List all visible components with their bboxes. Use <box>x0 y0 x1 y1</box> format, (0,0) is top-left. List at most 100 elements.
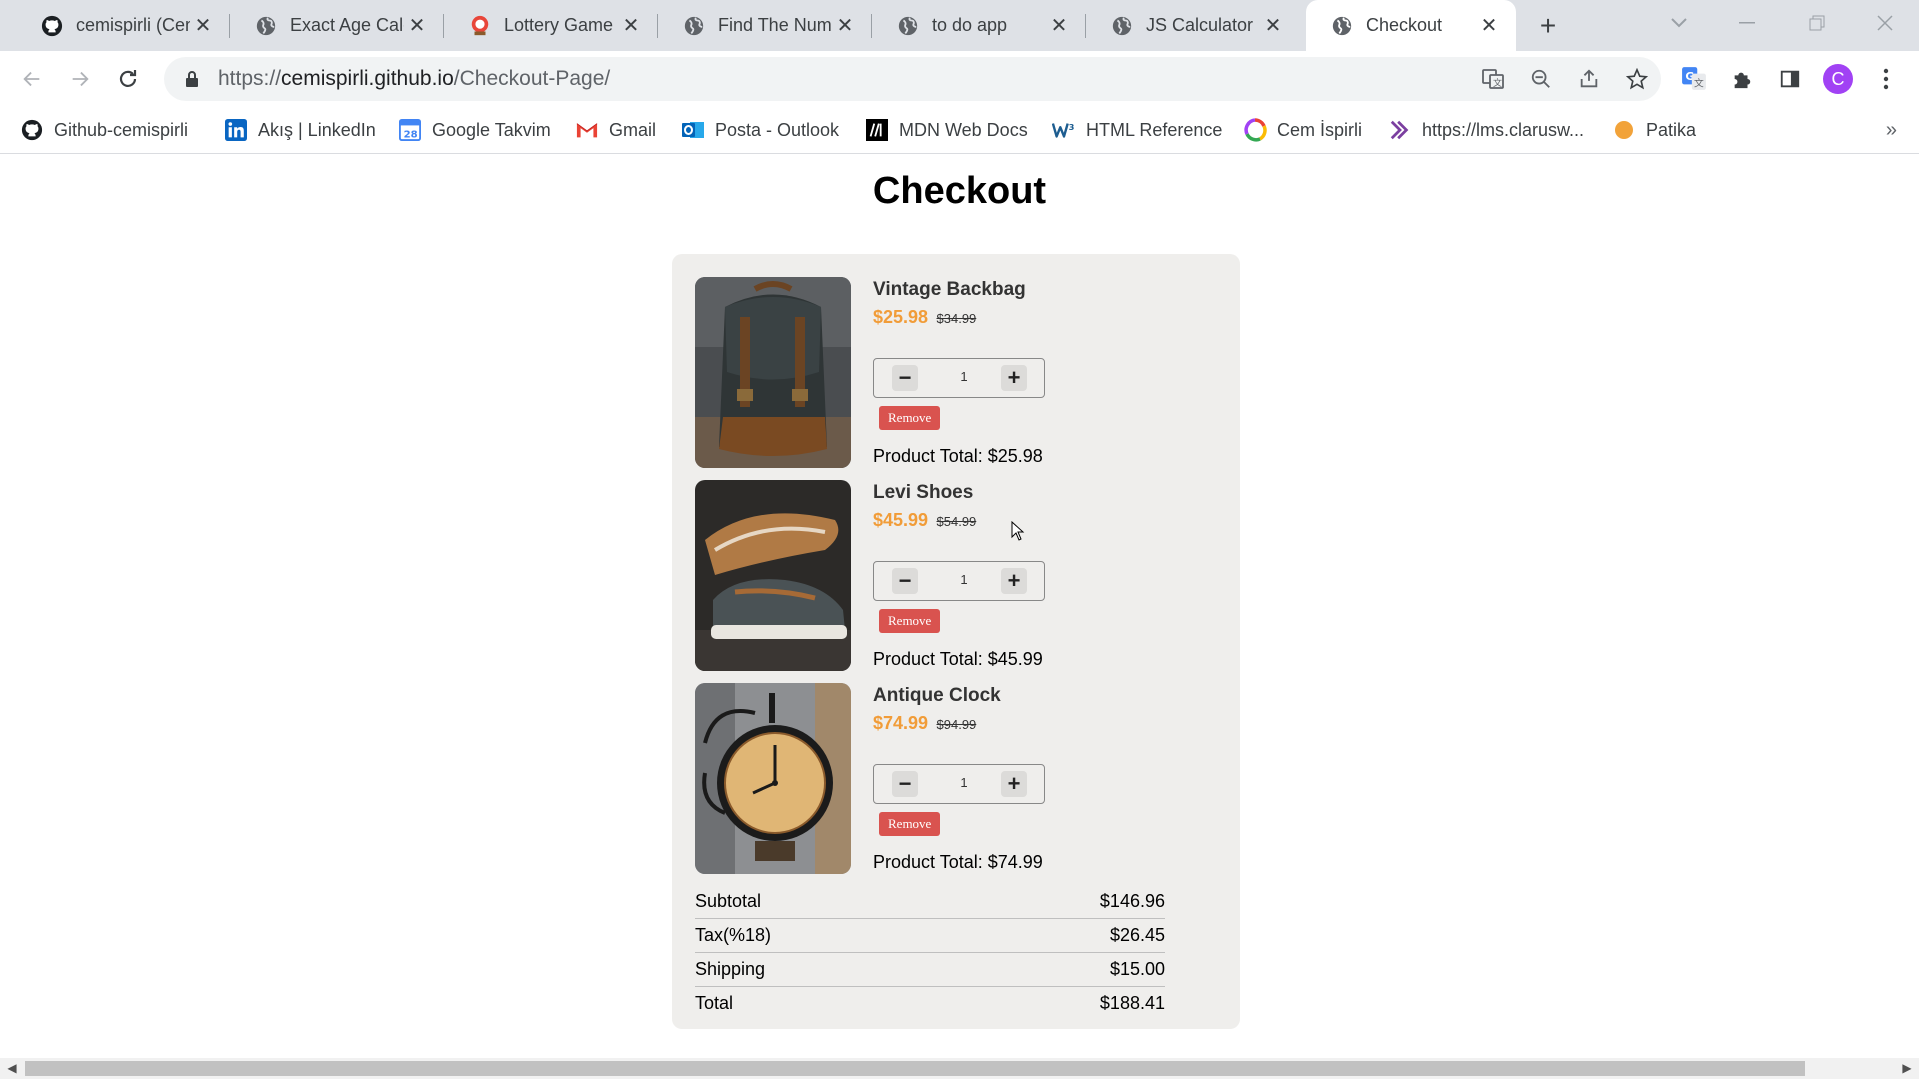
tab-title: Find The Numb <box>718 15 832 35</box>
restore-icon[interactable] <box>1782 0 1852 46</box>
tab-js-calculator[interactable]: JS Calculator ✕ <box>1086 0 1300 51</box>
arrow-right-icon <box>72 71 89 87</box>
current-price: $74.99 <box>873 713 929 733</box>
zoom-out-icon[interactable] <box>1517 68 1565 90</box>
url-text[interactable]: https://cemispirli.github.io/Checkout-Pa… <box>218 67 610 91</box>
globe-icon <box>1110 14 1134 38</box>
quantity-value[interactable]: 1 <box>934 775 994 790</box>
product-name: Antique Clock <box>873 685 1001 706</box>
profile-avatar[interactable]: C <box>1820 61 1856 97</box>
gmail-icon <box>575 118 599 142</box>
bookmark-clarusway[interactable]: https://lms.clarusw... <box>1388 107 1584 153</box>
star-icon[interactable] <box>1613 68 1661 90</box>
product-total: Product Total: $25.98 <box>873 446 1043 466</box>
old-price: $54.99 <box>936 514 977 529</box>
bookmark-github[interactable]: Github-cemispirli <box>20 107 188 153</box>
decrease-quantity-button[interactable]: − <box>892 365 918 391</box>
lock-icon[interactable] <box>180 70 204 88</box>
close-icon[interactable]: ✕ <box>832 13 858 39</box>
increase-quantity-button[interactable]: + <box>1001 365 1027 391</box>
close-icon[interactable]: ✕ <box>1476 13 1502 39</box>
tab-to-do-app[interactable]: to do app ✕ <box>872 0 1086 51</box>
scrollbar-thumb[interactable] <box>25 1061 1805 1076</box>
bookmark-label: Patika <box>1646 119 1697 140</box>
bookmark-google-calendar[interactable]: 28 Google Takvim <box>398 107 551 153</box>
side-panel-icon[interactable] <box>1772 61 1808 97</box>
tab-title: cemispirli (Cem <box>76 15 190 35</box>
url-host: cemispirli.github.io <box>281 67 454 90</box>
close-icon[interactable]: ✕ <box>404 13 430 39</box>
old-price: $34.99 <box>936 311 977 326</box>
scroll-right-icon[interactable]: ▶ <box>1899 1060 1915 1076</box>
summary-value: $26.45 <box>1109 925 1165 945</box>
tab-github[interactable]: cemispirli (Cem ✕ <box>16 0 230 51</box>
puzzle-extensions-icon[interactable] <box>1724 61 1760 97</box>
remove-button[interactable]: Remove <box>879 812 941 836</box>
remove-button[interactable]: Remove <box>879 609 941 633</box>
kebab-menu-icon[interactable] <box>1868 61 1904 97</box>
quantity-value[interactable]: 1 <box>934 572 994 587</box>
scroll-left-icon[interactable]: ◀ <box>4 1060 20 1076</box>
window-close-icon[interactable] <box>1850 0 1919 46</box>
decrease-quantity-button[interactable]: − <box>892 568 918 594</box>
address-bar[interactable]: https://cemispirli.github.io/Checkout-Pa… <box>164 57 1661 101</box>
increase-quantity-button[interactable]: + <box>1001 568 1027 594</box>
reload-button[interactable] <box>110 61 146 97</box>
increase-quantity-button[interactable]: + <box>1001 771 1027 797</box>
close-icon[interactable]: ✕ <box>1046 13 1072 39</box>
google-translate-extension-icon[interactable]: G文 <box>1676 61 1712 97</box>
tab-title: JS Calculator <box>1146 15 1254 35</box>
tab-checkout[interactable]: Checkout ✕ <box>1306 0 1516 51</box>
globe-icon <box>682 14 706 38</box>
outlook-icon <box>681 118 705 142</box>
forward-button[interactable] <box>62 61 98 97</box>
old-price: $94.99 <box>936 717 977 732</box>
close-icon[interactable]: ✕ <box>618 13 644 39</box>
tab-lottery-game[interactable]: Lottery Game ✕ <box>444 0 658 51</box>
product-price: $45.99 $54.99 <box>873 510 976 531</box>
share-icon[interactable] <box>1565 68 1613 90</box>
bookmark-label: Gmail <box>609 119 657 140</box>
tab-title: to do app <box>932 15 1008 35</box>
translate-icon[interactable]: 文 <box>1469 67 1517 91</box>
tab-search-icon[interactable] <box>1644 0 1714 46</box>
close-icon[interactable]: ✕ <box>1260 13 1286 39</box>
tab-title: Exact Age Calc <box>290 15 404 35</box>
backpack-image <box>695 277 851 468</box>
bookmark-patika[interactable]: Patika <box>1612 107 1696 153</box>
horizontal-scrollbar[interactable]: ◀ ▶ <box>0 1058 1919 1079</box>
back-button[interactable] <box>14 61 50 97</box>
product-name: Vintage Backbag <box>873 279 1026 300</box>
mouse-cursor-icon <box>1011 520 1025 546</box>
bookmark-label: https://lms.clarusw... <box>1422 119 1585 140</box>
page-title: Checkout <box>872 170 1047 212</box>
tab-find-number[interactable]: Find The Numb ✕ <box>658 0 872 51</box>
swirl-icon <box>1243 118 1267 142</box>
total-row: Total $188.41 <box>695 987 1165 1020</box>
minimize-icon[interactable] <box>1712 0 1782 46</box>
summary-value: $188.41 <box>1099 993 1165 1013</box>
bookmark-outlook[interactable]: Posta - Outlook <box>681 107 839 153</box>
tab-strip: cemispirli (Cem ✕ Exact Age Calc ✕ Lotte… <box>0 0 1919 51</box>
tab-exact-age[interactable]: Exact Age Calc ✕ <box>230 0 444 51</box>
quantity-value[interactable]: 1 <box>934 369 994 384</box>
bookmark-cem-ispirli[interactable]: Cem İspirli <box>1243 107 1362 153</box>
globe-icon <box>896 14 920 38</box>
chevron-double-right-icon[interactable]: » <box>1886 119 1897 142</box>
product-item: Levi Shoes $45.99 $54.99 − 1 + Remove Pr… <box>695 480 1215 671</box>
browser-toolbar: https://cemispirli.github.io/Checkout-Pa… <box>0 51 1919 107</box>
product-total: Product Total: $74.99 <box>873 852 1043 872</box>
linkedin-icon <box>224 118 248 142</box>
close-icon[interactable]: ✕ <box>190 13 216 39</box>
quantity-stepper: − 1 + <box>873 561 1045 601</box>
bookmark-html-reference[interactable]: 3 HTML Reference <box>1052 107 1222 153</box>
bookmark-mdn[interactable]: MDN Web Docs <box>865 107 1028 153</box>
svg-text:3: 3 <box>1069 122 1075 132</box>
new-tab-button[interactable]: + <box>1530 10 1566 42</box>
bookmark-gmail[interactable]: Gmail <box>575 107 656 153</box>
calendar-icon: 28 <box>398 118 422 142</box>
decrease-quantity-button[interactable]: − <box>892 771 918 797</box>
globe-icon <box>254 14 278 38</box>
remove-button[interactable]: Remove <box>879 406 941 430</box>
bookmark-linkedin[interactable]: Akış | LinkedIn <box>224 107 376 153</box>
